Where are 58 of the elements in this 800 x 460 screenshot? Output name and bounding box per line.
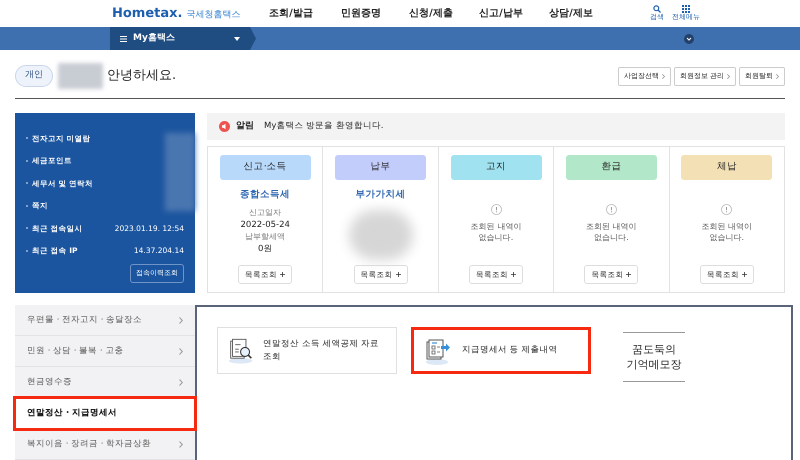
nav-link[interactable]: 민원증명 <box>326 6 396 21</box>
notice-message: My홈택스 방문을 환영합니다. <box>264 120 384 133</box>
chevron-right-icon <box>727 74 730 78</box>
category-header: 신고·소득 <box>220 155 311 180</box>
search-icon <box>653 5 661 14</box>
memo-text: 꿈도둑의 <box>632 342 676 357</box>
blurred-name <box>58 63 103 89</box>
greeting-text: 안녕하세요. <box>107 67 176 86</box>
memo-text: 기억메모장 <box>626 357 682 372</box>
detail-value: 2022-05-24 <box>240 219 290 232</box>
logo-name: 국세청홈택스 <box>186 11 240 20</box>
tax-type-link[interactable]: 종합소득세 <box>240 188 290 202</box>
info-icon <box>490 204 502 215</box>
detail-label: 신고일자 <box>249 207 282 220</box>
nav-link[interactable]: 상담/제보 <box>536 6 606 21</box>
speaker-icon <box>219 121 230 132</box>
chevron-right-icon <box>662 74 665 78</box>
expand-icon[interactable] <box>684 34 694 44</box>
menu-tile[interactable]: 지급명세서 등 제출내역 <box>411 327 591 374</box>
category-header: 납부 <box>335 155 426 180</box>
nav-link[interactable]: 신고/납부 <box>466 6 536 21</box>
chevron-right-icon <box>179 440 183 448</box>
detail-label: 납부할세액 <box>245 231 286 244</box>
empty-message: 조회된 내역이 없습니다. <box>700 221 754 243</box>
notice-label: 알림 <box>236 120 254 133</box>
caret-icon <box>234 36 240 40</box>
document-search-icon <box>228 336 254 364</box>
nav-link[interactable]: 조회/발급 <box>256 6 326 21</box>
plus-icon <box>742 272 747 277</box>
empty-message: 조회된 내역이 없습니다. <box>470 221 522 243</box>
plus-icon <box>511 272 516 277</box>
category-header: 체납 <box>681 155 772 180</box>
side-menu-item[interactable]: 연말정산 · 지급명세서 <box>15 398 195 429</box>
nav-link[interactable]: 신청/제출 <box>396 6 466 21</box>
plus-icon <box>626 272 632 277</box>
empty-message: 조회된 내역이 없습니다. <box>585 221 638 243</box>
chevron-right-icon <box>179 316 183 324</box>
user-type-badge: 개인 <box>15 65 53 87</box>
chevron-right-icon <box>179 348 183 354</box>
category-header: 고지 <box>450 155 542 180</box>
document-arrow-icon <box>424 336 452 364</box>
plus-icon <box>396 272 401 277</box>
chevron-right-icon <box>776 74 779 78</box>
info-icon <box>606 204 617 215</box>
side-menu-item[interactable]: 우편물 · 전자고지 · 송달장소 <box>15 305 195 336</box>
menu-tile[interactable]: 연말정산 소득 세액공제 자료 조회 <box>217 327 397 374</box>
detail-value: 0원 <box>258 243 272 256</box>
chevron-icon <box>250 27 256 50</box>
grid-icon <box>682 5 690 14</box>
plus-icon <box>280 272 286 277</box>
chevron-right-icon <box>179 378 183 386</box>
logo-wordmark[interactable]: Hometax. <box>112 7 182 20</box>
side-menu-item[interactable]: 민원 · 상담 · 불복 · 고충 <box>15 336 195 367</box>
info-icon <box>721 204 732 215</box>
menu-icon <box>120 36 127 42</box>
tax-type-link[interactable]: 부가가치세 <box>356 188 406 202</box>
category-header: 환급 <box>566 155 657 180</box>
side-menu-item[interactable]: 복지이음 · 장려금 · 학자금상환 <box>15 429 195 460</box>
